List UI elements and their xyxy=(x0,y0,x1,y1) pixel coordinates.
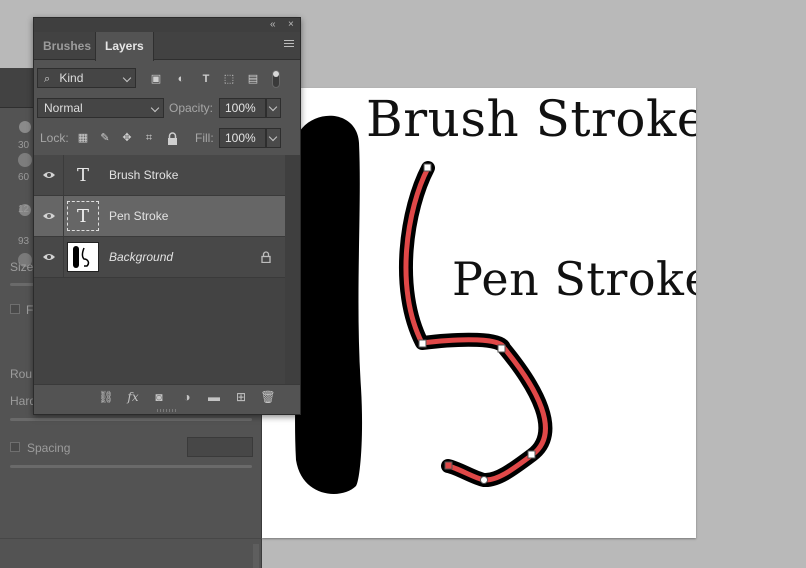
lock-position-icon[interactable]: ✥ xyxy=(120,131,134,145)
hardness-slider[interactable] xyxy=(10,418,252,421)
filter-kind-value: Kind xyxy=(59,71,84,85)
scrollbar[interactable] xyxy=(253,544,259,568)
type-layer-thumbnail: T xyxy=(67,201,99,231)
blend-mode-dropdown[interactable]: Normal xyxy=(37,98,164,118)
layers-list: T Brush Stroke T Pen Stroke Background xyxy=(34,155,300,395)
spacing-label: Spacing xyxy=(27,441,71,455)
spacing-slider[interactable] xyxy=(10,465,252,468)
divider xyxy=(63,155,64,195)
chevron-down-icon xyxy=(268,132,278,142)
link-layers-icon[interactable]: ⛓ xyxy=(98,389,114,405)
lock-all-icon[interactable] xyxy=(167,132,178,145)
canvas-artwork xyxy=(295,115,553,494)
fx-icon[interactable]: fx xyxy=(125,389,141,405)
pen-stroke-text: Pen Stroke xyxy=(452,252,696,306)
layer-name[interactable]: Background xyxy=(109,250,173,264)
anchor-point[interactable] xyxy=(480,476,488,484)
divider xyxy=(63,196,64,236)
lock-icon xyxy=(261,251,271,263)
pixel-layer-filter-icon[interactable]: ▣ xyxy=(149,72,163,86)
close-icon[interactable]: × xyxy=(288,19,294,31)
type-layer-thumbnail: T xyxy=(76,164,89,186)
spacing-field[interactable] xyxy=(187,437,253,457)
fill-label: Fill: xyxy=(195,131,214,145)
resize-gripper[interactable] xyxy=(157,409,177,412)
chevron-down-icon xyxy=(122,73,132,83)
lock-row: Lock: ▦ ✎ ✥ ⌗ Fill: 100% xyxy=(34,128,300,150)
panel-titlebar[interactable]: « × xyxy=(34,18,300,32)
brush-size-60: 60 xyxy=(18,172,30,183)
layer-mask-icon[interactable]: ◙ xyxy=(151,389,167,405)
brush-stroke-text: Brush Stroke xyxy=(366,90,696,148)
panel-menu-icon[interactable] xyxy=(284,40,294,50)
blend-mode-value: Normal xyxy=(44,101,83,115)
filter-toggle-icon[interactable] xyxy=(272,70,280,88)
document-canvas[interactable]: Brush Stroke Pen Stroke xyxy=(262,88,696,538)
brush-size-93: 93 xyxy=(18,236,30,247)
anchor-point[interactable] xyxy=(423,163,432,172)
chevron-down-icon xyxy=(150,103,160,113)
layers-panel: « × Brushes Layers ⌕ Kind ▣ ◐ T ⬚ ▤ Norm… xyxy=(33,17,301,415)
spacing-checkbox[interactable] xyxy=(10,442,20,452)
pen-stroke-outline xyxy=(398,161,553,487)
pen-stroke-path xyxy=(403,165,548,483)
eye-icon[interactable] xyxy=(42,252,56,262)
eye-icon[interactable] xyxy=(42,211,56,221)
eye-icon[interactable] xyxy=(42,170,56,180)
layers-footer: ⛓ fx ◙ ◑ ▬ ⊞ 🗑 xyxy=(34,384,300,408)
tab-brushes[interactable]: Brushes xyxy=(34,32,100,60)
flip-checkbox[interactable] xyxy=(10,304,20,314)
brush-size-30: 30 xyxy=(18,140,30,151)
anchor-point[interactable] xyxy=(418,339,427,348)
lock-image-pixels-icon[interactable]: ✎ xyxy=(98,131,112,145)
layer-row-background[interactable]: Background xyxy=(34,237,285,278)
double-chevron-left-icon[interactable]: « xyxy=(270,19,276,31)
opacity-label: Opacity: xyxy=(169,101,214,115)
new-layer-icon[interactable]: ⊞ xyxy=(233,389,249,405)
brush-size-12: 12 xyxy=(18,204,30,215)
shape-layer-filter-icon[interactable]: ⬚ xyxy=(222,72,236,86)
lock-label: Lock: xyxy=(40,131,69,145)
tab-layers[interactable]: Layers xyxy=(95,32,154,61)
adjustment-layer-filter-icon[interactable]: ◐ xyxy=(174,72,188,86)
trash-icon[interactable]: 🗑 xyxy=(260,389,276,405)
roundness-label: Rou xyxy=(10,367,33,381)
fill-dropdown[interactable] xyxy=(266,128,281,148)
layer-row-brush-stroke[interactable]: T Brush Stroke xyxy=(34,155,285,196)
blend-row: Normal Opacity: 100% xyxy=(34,98,300,120)
anchor-point[interactable] xyxy=(497,344,506,353)
filter-row: ⌕ Kind ▣ ◐ T ⬚ ▤ xyxy=(34,68,300,92)
filter-kind-dropdown[interactable]: ⌕ Kind xyxy=(37,68,136,88)
opacity-dropdown[interactable] xyxy=(266,98,281,118)
anchor-point[interactable] xyxy=(527,450,536,459)
adjustment-layer-icon[interactable]: ◑ xyxy=(179,389,195,405)
panel-tabs: Brushes Layers xyxy=(34,32,300,61)
divider xyxy=(63,237,64,277)
chevron-down-icon xyxy=(268,102,278,112)
lock-artboard-icon[interactable]: ⌗ xyxy=(142,131,156,145)
brush-stroke-shape xyxy=(295,115,363,494)
fill-field[interactable]: 100% xyxy=(219,128,266,148)
layer-name[interactable]: Brush Stroke xyxy=(109,168,178,182)
folder-icon[interactable]: ▬ xyxy=(206,389,222,405)
layers-scrollbar[interactable] xyxy=(285,155,300,395)
background-layer-thumbnail xyxy=(67,242,99,272)
size-label: Size xyxy=(10,260,34,274)
type-layer-filter-icon[interactable]: T xyxy=(199,72,213,86)
divider xyxy=(0,538,262,539)
search-icon: ⌕ xyxy=(44,73,51,85)
smart-object-filter-icon[interactable]: ▤ xyxy=(246,72,260,86)
lock-transparency-icon[interactable]: ▦ xyxy=(76,131,90,145)
layer-name[interactable]: Pen Stroke xyxy=(109,209,168,223)
opacity-field[interactable]: 100% xyxy=(219,98,266,118)
anchor-point[interactable] xyxy=(444,461,453,470)
layer-row-pen-stroke[interactable]: T Pen Stroke xyxy=(34,196,285,237)
